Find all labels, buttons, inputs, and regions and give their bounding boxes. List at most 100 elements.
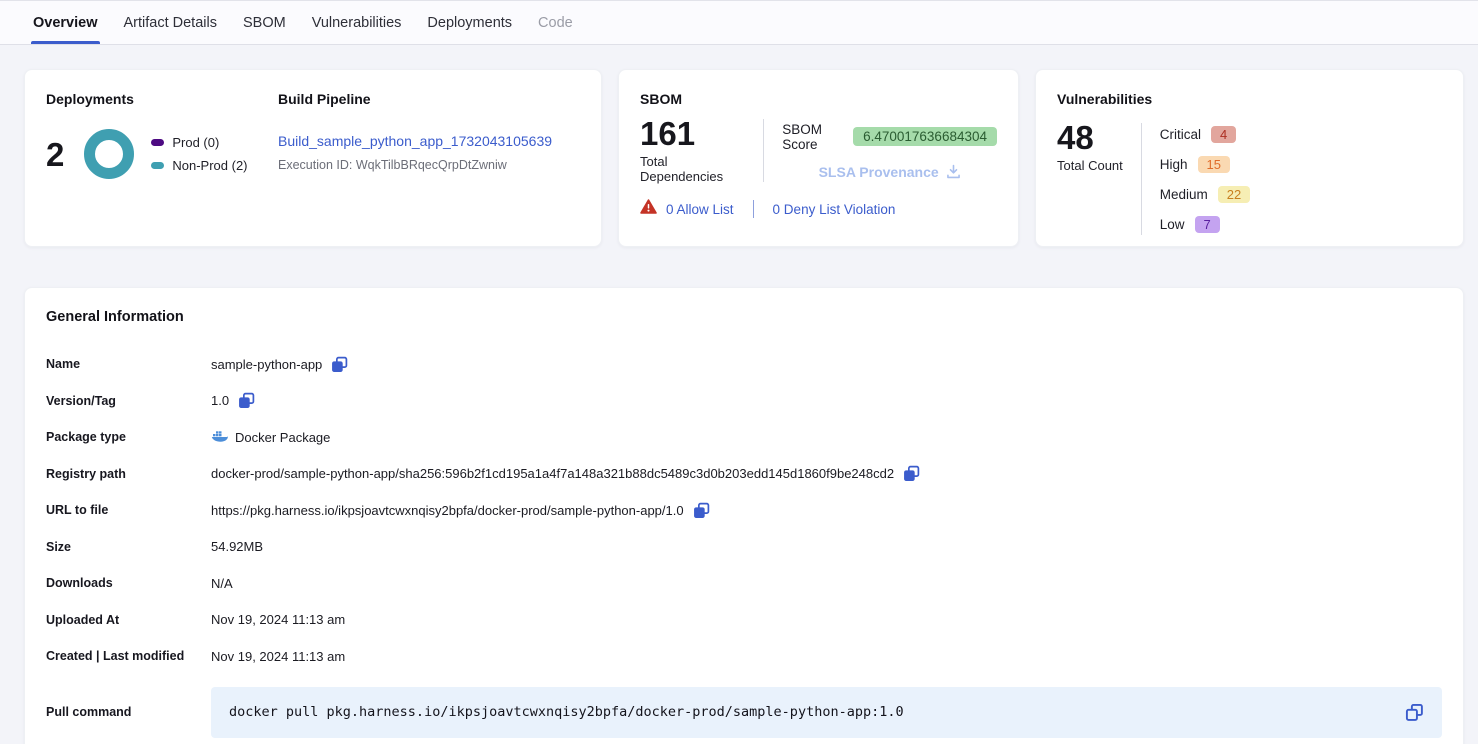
severity-row-critical: Critical 4 [1160,121,1250,147]
package-type-value: Docker Package [235,430,330,445]
sbom-lists-row: 0 Allow List 0 Deny List Violation [640,199,997,219]
sbom-divider [763,119,764,182]
deployments-title: Deployments [46,91,278,107]
row-package-type: Package type Docker Package [46,419,1442,456]
size-label: Size [46,540,211,554]
created-modified-label: Created | Last modified [46,649,211,663]
sbom-score-section: SBOM Score 6.470017636684304 SLSA Proven… [782,122,997,180]
general-information-card: General Information Name sample-python-a… [24,287,1464,744]
deployments-donut-chart [84,129,134,179]
row-downloads: Downloads N/A [46,565,1442,602]
critical-count-badge: 4 [1211,126,1236,143]
vulnerabilities-title: Vulnerabilities [1057,91,1442,107]
sbom-score-badge: 6.470017636684304 [853,127,997,146]
pull-command-box: docker pull pkg.harness.io/ikpsjoavtcwxn… [211,687,1442,738]
deployments-card: Deployments 2 Prod (0) Non-Prod (2) Buil… [24,69,602,247]
tab-deployments[interactable]: Deployments [426,1,513,44]
row-registry-path: Registry path docker-prod/sample-python-… [46,456,1442,493]
severity-list: Critical 4 High 15 Medium 22 Low 7 [1160,121,1250,237]
prod-label: Prod (0) [172,135,219,150]
slsa-provenance-row[interactable]: SLSA Provenance [782,164,997,180]
legend-item-prod: Prod (0) [151,135,247,150]
registry-path-label: Registry path [46,467,211,481]
downloads-label: Downloads [46,576,211,590]
version-label: Version/Tag [46,394,211,408]
vuln-divider [1141,123,1142,235]
sbom-title: SBOM [640,91,997,107]
allow-list-link[interactable]: 0 Allow List [666,202,734,217]
tab-sbom[interactable]: SBOM [242,1,287,44]
pull-command-label: Pull command [46,705,211,719]
severity-row-high: High 15 [1160,151,1250,177]
tab-overview[interactable]: Overview [32,1,99,44]
docker-icon [211,429,228,445]
url-to-file-value: https://pkg.harness.io/ikpsjoavtcwxnqisy… [211,503,684,518]
medium-label: Medium [1160,187,1208,202]
url-to-file-label: URL to file [46,503,211,517]
general-information-title: General Information [46,309,1442,325]
severity-row-medium: Medium 22 [1160,181,1250,207]
row-url-to-file: URL to file https://pkg.harness.io/ikpsj… [46,492,1442,529]
row-pull-command: Pull command docker pull pkg.harness.io/… [46,687,1442,738]
row-uploaded-at: Uploaded At Nov 19, 2024 11:13 am [46,602,1442,639]
prod-dot [151,139,164,146]
name-label: Name [46,357,211,371]
tab-code: Code [537,1,574,44]
vuln-total: 48 Total Count [1057,121,1123,237]
row-size: Size 54.92MB [46,529,1442,566]
low-label: Low [1160,217,1185,232]
nonprod-label: Non-Prod (2) [172,158,247,173]
list-link-divider [753,200,754,218]
name-value: sample-python-app [211,357,322,372]
pull-command-value: docker pull pkg.harness.io/ikpsjoavtcwxn… [229,704,904,720]
uploaded-at-label: Uploaded At [46,613,211,627]
legend-item-nonprod: Non-Prod (2) [151,158,247,173]
created-modified-value: Nov 19, 2024 11:13 am [211,649,345,664]
total-dependencies-label: Total Dependencies [640,154,745,184]
warning-icon [640,199,657,219]
copy-pull-command-icon[interactable] [1405,703,1424,722]
row-name: Name sample-python-app [46,346,1442,383]
build-pipeline-title: Build Pipeline [278,91,552,107]
execution-id-text: Execution ID: WqkTilbBRqecQrpDtZwniw [278,158,552,172]
copy-registry-path-icon[interactable] [903,465,920,482]
critical-label: Critical [1160,127,1201,142]
deployments-section: Deployments 2 Prod (0) Non-Prod (2) [46,91,278,225]
copy-name-icon[interactable] [331,356,348,373]
build-pipeline-section: Build Pipeline Build_sample_python_app_1… [278,91,552,225]
sbom-score-row: SBOM Score 6.470017636684304 [782,122,997,152]
deployments-total: 2 [46,138,64,171]
tab-artifact-details[interactable]: Artifact Details [123,1,218,44]
vulnerabilities-card: Vulnerabilities 48 Total Count Critical … [1035,69,1464,247]
medium-count-badge: 22 [1218,186,1250,203]
vuln-total-label: Total Count [1057,158,1123,173]
package-type-label: Package type [46,430,211,444]
general-information-rows: Name sample-python-app Version/Tag 1.0 [46,346,1442,738]
registry-path-value: docker-prod/sample-python-app/sha256:596… [211,466,894,481]
sbom-score-label: SBOM Score [782,122,843,152]
row-version: Version/Tag 1.0 [46,383,1442,420]
pipeline-execution-link[interactable]: Build_sample_python_app_1732043105639 [278,133,552,149]
vulnerabilities-stats: 48 Total Count Critical 4 High 15 Medium… [1057,121,1442,237]
high-count-badge: 15 [1198,156,1230,173]
copy-version-icon[interactable] [238,392,255,409]
sbom-dependencies: 161 Total Dependencies [640,117,745,184]
downloads-value: N/A [211,576,233,591]
sbom-stats: 161 Total Dependencies SBOM Score 6.4700… [640,117,997,184]
slsa-provenance-link[interactable]: SLSA Provenance [819,164,939,180]
total-dependencies-count: 161 [640,117,745,150]
tab-vulnerabilities[interactable]: Vulnerabilities [311,1,403,44]
deployments-stats: 2 Prod (0) Non-Prod (2) [46,129,278,179]
deployments-legend: Prod (0) Non-Prod (2) [151,135,247,173]
deny-list-link[interactable]: 0 Deny List Violation [773,202,896,217]
severity-row-low: Low 7 [1160,211,1250,237]
summary-cards-row: Deployments 2 Prod (0) Non-Prod (2) Buil… [0,45,1478,247]
row-created-modified: Created | Last modified Nov 19, 2024 11:… [46,638,1442,675]
copy-url-icon[interactable] [693,502,710,519]
vuln-total-count: 48 [1057,121,1123,154]
size-value: 54.92MB [211,539,263,554]
high-label: High [1160,157,1188,172]
uploaded-at-value: Nov 19, 2024 11:13 am [211,612,345,627]
download-icon[interactable] [946,164,961,179]
version-value: 1.0 [211,393,229,408]
